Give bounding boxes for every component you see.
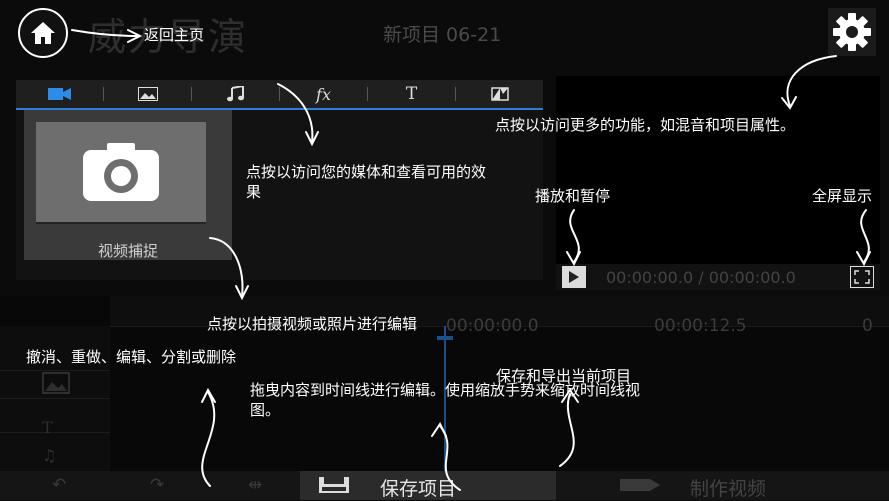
home-icon xyxy=(31,22,55,44)
timecode-display: 00:00:00.0 / 00:00:00.0 xyxy=(606,268,796,287)
gear-icon xyxy=(833,13,871,51)
tab-effects[interactable]: fx xyxy=(280,80,367,108)
note-settings: 点按以访问更多的功能，如混音和项目属性。 xyxy=(495,116,796,134)
bottom-toolbar: ↶ ↷ ⇹ 保存项目 制作视频 xyxy=(0,471,889,500)
save-project-button[interactable]: 保存项目 xyxy=(300,471,556,500)
note-home: 返回主页 xyxy=(144,26,205,44)
note-edit-tools: 撤消、重做、编辑、分割或删除 xyxy=(26,348,237,366)
music-note-icon xyxy=(226,86,244,102)
tab-transitions[interactable] xyxy=(456,80,543,108)
tab-music[interactable] xyxy=(192,80,279,108)
save-icon xyxy=(319,477,349,493)
preview-window: 00:00:00.0 / 00:00:00.0 xyxy=(556,76,880,290)
note-save: 保存和导出当前项目 xyxy=(496,367,632,385)
redo-icon[interactable]: ↷ xyxy=(150,475,164,495)
tick-label: 00:00:00.0 xyxy=(446,316,539,336)
video-capture-tile[interactable]: 视频捕捉 xyxy=(24,110,232,260)
fullscreen-button[interactable] xyxy=(850,266,874,288)
media-tab-bar: fx T xyxy=(16,80,543,110)
tick-label: 0 xyxy=(862,316,873,336)
produce-icon xyxy=(620,479,660,491)
tick-label: 00:00:12.5 xyxy=(654,316,747,336)
capture-label: 视频捕捉 xyxy=(97,242,158,260)
transition-icon xyxy=(490,87,509,101)
title-text-icon: T xyxy=(405,84,418,104)
settings-button[interactable] xyxy=(828,8,876,56)
play-icon xyxy=(569,271,579,283)
tab-video[interactable] xyxy=(16,80,103,108)
save-project-label: 保存项目 xyxy=(380,478,457,500)
video-camera-icon xyxy=(47,88,71,100)
play-button[interactable] xyxy=(562,266,586,288)
home-button[interactable] xyxy=(18,8,68,58)
produce-video-label: 制作视频 xyxy=(690,478,767,500)
capture-card xyxy=(36,122,206,222)
image-icon xyxy=(137,87,158,101)
fullscreen-icon xyxy=(854,270,870,284)
note-play: 播放和暂停 xyxy=(535,187,611,205)
project-title: 新项目 06-21 xyxy=(383,24,502,46)
note-capture: 点按以拍摄视频或照片进行编辑 xyxy=(207,315,418,333)
title-track-icon: T xyxy=(42,418,53,437)
fx-icon: fx xyxy=(316,84,331,104)
undo-icon[interactable]: ↶ xyxy=(52,475,66,495)
image-track-icon xyxy=(42,372,70,394)
camera-icon xyxy=(83,143,159,201)
note-fullscreen: 全屏显示 xyxy=(812,187,873,205)
note-timeline: 拖曳内容到时间线进行编辑。使用缩放手势来缩放时间线视图。 xyxy=(250,381,641,419)
split-icon[interactable]: ⇹ xyxy=(248,475,262,495)
note-media: 点按以访问您的媒体和查看可用的效果 xyxy=(246,163,487,201)
music-track-icon: ♫ xyxy=(42,446,57,465)
produce-video-button[interactable]: 制作视频 xyxy=(590,471,889,500)
preview-controls: 00:00:00.0 / 00:00:00.0 xyxy=(556,264,880,290)
tab-photo[interactable] xyxy=(104,80,191,108)
tab-titles[interactable]: T xyxy=(368,80,455,108)
